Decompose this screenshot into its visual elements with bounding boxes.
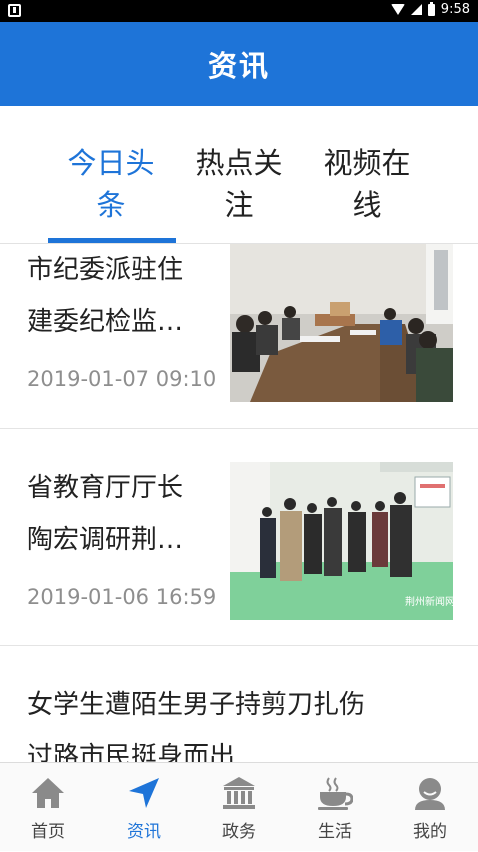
nav-news[interactable]: 资讯 <box>96 763 192 852</box>
home-icon <box>32 778 64 808</box>
watermark-text: 荆州新闻网 <box>405 595 453 608</box>
nav-home[interactable]: 首页 <box>0 763 96 852</box>
news-item[interactable]: 女学生遭陌生男子持剪刀扎伤 过路市民挺身而出 <box>0 646 478 762</box>
news-date: 2019-01-06 16:59 <box>27 585 217 609</box>
nav-life[interactable]: 生活 <box>287 763 383 852</box>
signal-icon <box>410 4 422 15</box>
news-title-line1: 省教育厅厅长 <box>27 473 184 503</box>
status-bar: 9:58 <box>0 0 478 22</box>
navigation-arrow-icon <box>129 778 159 808</box>
news-item[interactable]: 省教育厅厅长 陶宏调研荆… 2019-01-06 16:59 荆州新闻网 <box>0 429 478 646</box>
nav-government[interactable]: 政务 <box>191 763 287 852</box>
coffee-cup-icon <box>318 777 353 810</box>
category-tabs: 今日头 条 热点关 注 视频在 线 <box>0 106 478 244</box>
tab-today-headlines[interactable]: 今日头 条 <box>56 142 166 226</box>
notification-icon <box>8 4 21 17</box>
nav-label: 生活 <box>318 822 352 842</box>
app-bar: 资讯 <box>0 22 478 106</box>
tab-label-line1: 今日头 <box>67 146 155 180</box>
battery-icon <box>427 1 435 16</box>
nav-label: 资讯 <box>127 822 161 842</box>
nav-mine[interactable]: 我的 <box>382 763 478 852</box>
status-time: 9:58 <box>440 2 470 17</box>
nav-label: 我的 <box>413 822 447 842</box>
news-title-line2: 陶宏调研荆… <box>27 525 184 555</box>
news-date: 2019-01-07 09:10 <box>27 367 217 391</box>
tab-video-online[interactable]: 视频在 线 <box>312 142 422 226</box>
nav-label: 首页 <box>31 822 65 842</box>
news-item[interactable]: 市纪委派驻住 建委纪检监… 2019-01-07 09:10 <box>0 244 478 429</box>
meeting-photo-icon <box>230 244 453 402</box>
news-title-line1: 市纪委派驻住 <box>27 255 184 285</box>
bottom-navigation: 首页 资讯 政务 生活 我的 <box>0 762 478 851</box>
wifi-icon <box>390 4 405 15</box>
tab-label-line1: 热点关 <box>195 146 283 180</box>
tab-label-line2: 线 <box>352 188 382 222</box>
news-thumbnail[interactable] <box>230 244 453 402</box>
tab-label-line1: 视频在 <box>323 146 411 180</box>
user-icon <box>415 778 445 810</box>
tab-label-line2: 条 <box>96 188 126 222</box>
news-title-line2: 建委纪检监… <box>27 307 184 337</box>
government-building-icon <box>223 777 255 809</box>
status-indicators: 9:58 <box>390 1 470 17</box>
tab-label-line2: 注 <box>224 188 254 222</box>
news-list: 市纪委派驻住 建委纪检监… 2019-01-07 09:10 省教育厅厅长 陶宏… <box>0 244 478 762</box>
news-title: 市纪委派驻住 建委纪检监… <box>27 244 223 348</box>
news-title: 女学生遭陌生男子持剪刀扎伤 过路市民挺身而出 <box>27 679 457 762</box>
page-title: 资讯 <box>207 49 270 83</box>
tab-hot-topics[interactable]: 热点关 注 <box>184 142 294 226</box>
news-title: 省教育厅厅长 陶宏调研荆… <box>27 462 223 566</box>
news-thumbnail[interactable]: 荆州新闻网 <box>230 462 453 620</box>
visit-photo-icon: 荆州新闻网 <box>230 462 453 620</box>
news-title-line2: 过路市民挺身而出 <box>27 742 236 762</box>
news-title-line1: 女学生遭陌生男子持剪刀扎伤 <box>27 690 366 720</box>
nav-label: 政务 <box>222 822 256 842</box>
